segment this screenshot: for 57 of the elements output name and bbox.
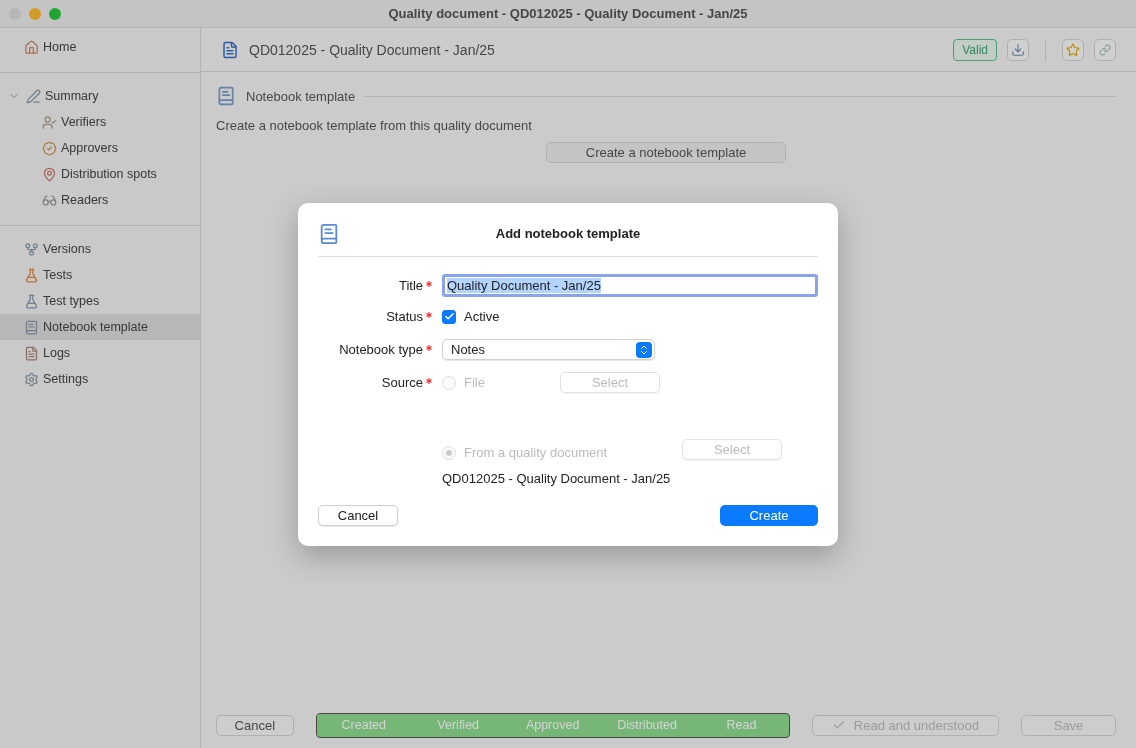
sidebar-item[interactable]: Distribution spots (0, 161, 200, 187)
notebook-type-select[interactable]: Notes (442, 339, 655, 360)
check-icon (831, 718, 846, 732)
source-document: QD012025 - Quality Document - Jan/25 (442, 471, 671, 486)
minimize-button[interactable] (29, 8, 41, 20)
radio-label: From a quality document (464, 444, 609, 460)
sidebar-item[interactable]: Readers (0, 187, 200, 213)
field-label: Source (381, 375, 423, 390)
star-button[interactable] (1062, 38, 1084, 61)
map-pin-icon (42, 166, 57, 182)
zoom-button[interactable] (49, 8, 61, 20)
home-icon (24, 39, 39, 55)
badge-icon (42, 140, 57, 156)
download-button[interactable] (1007, 38, 1029, 61)
document-icon (221, 40, 239, 59)
fork-icon (24, 241, 39, 257)
pen-icon (26, 88, 41, 104)
sidebar-item[interactable]: Logs (0, 340, 200, 366)
book-icon (24, 319, 39, 335)
sidebar-item[interactable]: Home (0, 34, 200, 60)
user-check-icon (42, 114, 57, 130)
radio-label: File (464, 375, 486, 390)
link-button[interactable] (1094, 38, 1116, 61)
stepper-icon (636, 341, 652, 358)
title-input[interactable]: Quality Document - Jan/25 (442, 274, 818, 297)
status-badge: Valid (953, 38, 997, 61)
field-label: Status (386, 309, 423, 324)
link-icon (1099, 43, 1111, 56)
settings-icon (24, 371, 39, 387)
active-checkbox[interactable] (442, 309, 456, 324)
sidebar-item[interactable]: Notebook template (0, 314, 200, 340)
sidebar-item[interactable]: Summary (0, 83, 200, 109)
dialog-title: Add notebook template (494, 226, 642, 241)
document-icon (24, 345, 39, 361)
field-label: Title (398, 278, 423, 293)
star-icon (1066, 42, 1080, 57)
cancel-button[interactable]: Cancel (318, 504, 398, 526)
cancel-button[interactable]: Cancel (216, 714, 294, 736)
flask-icon (24, 267, 39, 283)
book-icon (318, 222, 340, 245)
section-description: Create a notebook template from this quality document (216, 118, 533, 133)
sidebar-item[interactable]: Settings (0, 366, 200, 392)
sidebar-item[interactable]: Test types (0, 288, 200, 314)
sidebar-item[interactable]: Tests (0, 262, 200, 288)
sidebar-item[interactable]: Approvers (0, 135, 200, 161)
field-label: Notebook type (339, 342, 423, 357)
create-template-button[interactable]: Create a notebook template (546, 142, 786, 163)
flask-icon (24, 293, 39, 309)
document-title: QD012025 - Quality Document - Jan/25 (249, 41, 496, 58)
create-button[interactable]: Create (720, 504, 818, 526)
book-icon (216, 86, 236, 106)
window-title: Quality document - QD012025 - Quality Document - Jan/25 (388, 6, 748, 21)
sidebar-item[interactable]: Versions (0, 236, 200, 262)
download-icon (1011, 42, 1025, 57)
checkbox-label: Active (464, 309, 500, 324)
section-title: Notebook template (246, 88, 356, 104)
sidebar-item[interactable]: Verifiers (0, 109, 200, 135)
